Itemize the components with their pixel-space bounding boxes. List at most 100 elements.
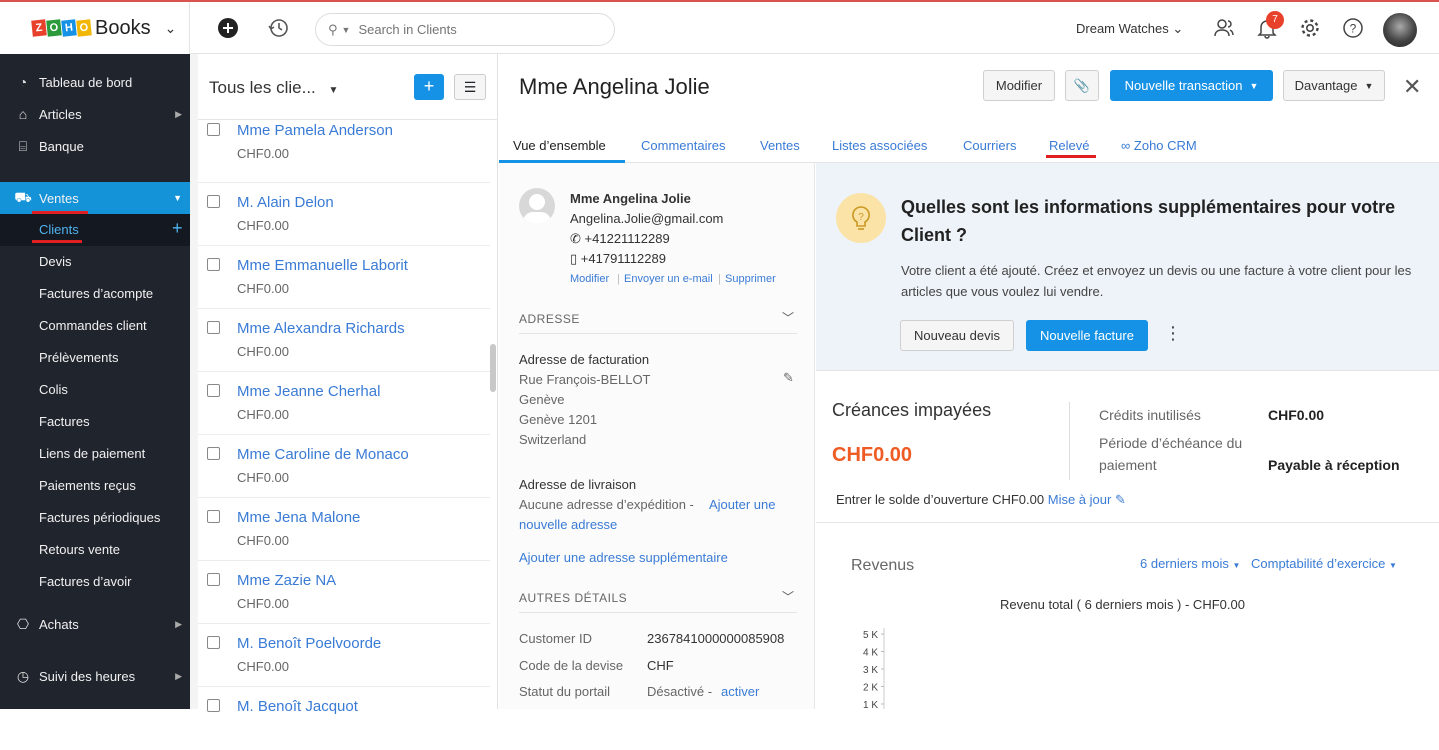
row-checkbox[interactable] [207,258,220,271]
client-name-link[interactable]: Mme Pamela Anderson [237,122,393,139]
user-avatar[interactable] [1383,13,1417,47]
add-circle-icon[interactable] [216,16,240,40]
client-name-link[interactable]: Mme Jena Malone [237,509,360,526]
list-scrollbar[interactable] [490,344,496,392]
accounting-basis-dropdown[interactable]: Comptabilité d’exercice ▼ [1251,556,1397,571]
app-logo[interactable]: Z O H O Books ⌄ [0,2,190,54]
client-name-link[interactable]: Mme Emmanuelle Laborit [237,257,408,274]
sidebar-subitem-recurring-invoices[interactable]: Factures périodiques [39,502,160,534]
organization-switcher[interactable]: Dream Watches ⌄ [1076,21,1183,37]
close-icon[interactable]: ✕ [1403,74,1421,100]
address-section-header[interactable]: ADRESSE [519,312,580,326]
chevron-down-icon[interactable]: ﹀ [782,588,794,605]
list-item[interactable]: Mme Alexandra Richards CHF0.00 [198,309,490,372]
list-view-selector[interactable]: Tous les clie... ▼ [209,78,338,98]
send-email-link[interactable]: Envoyer un e-mail [624,273,713,285]
sidebar-item-dashboard[interactable]: ◔ Tableau de bord [0,66,190,98]
client-name-link[interactable]: M. Benoît Poelvoorde [237,635,381,652]
gear-icon[interactable] [1298,16,1322,40]
modify-button[interactable]: Modifier [983,70,1055,101]
sidebar-item-time-tracking[interactable]: ◷ Suivi des heures ▶ [0,660,190,692]
sidebar-subitem-credit-notes[interactable]: Factures d’avoir [39,566,131,598]
sidebar-item-articles[interactable]: ⌂ Articles ▶ [0,98,190,130]
other-details-section-header[interactable]: AUTRES DÉTAILS [519,591,627,605]
sidebar-subitem-invoices[interactable]: Factures [39,406,90,438]
pencil-icon[interactable]: ✎ [1115,492,1126,507]
client-name-link[interactable]: Mme Caroline de Monaco [237,446,409,463]
list-item[interactable]: Mme Caroline de Monaco CHF0.00 [198,435,490,498]
list-item[interactable]: Mme Emmanuelle Laborit CHF0.00 [198,246,490,309]
new-transaction-button[interactable]: Nouvelle transaction ▼ [1110,70,1273,101]
users-icon[interactable] [1212,16,1236,40]
update-link[interactable]: Mise à jour [1048,492,1112,507]
chart-y-tick-label: 1 K [863,700,878,709]
chevron-down-icon[interactable]: ﹀ [782,309,794,326]
tab-mails[interactable]: Courriers [963,138,1016,153]
tab-sales[interactable]: Ventes [760,138,800,153]
sidebar-subitem-quotes[interactable]: Devis [39,246,72,278]
row-checkbox[interactable] [207,447,220,460]
sidebar-subitem-payments-received[interactable]: Paiements reçus [39,470,136,502]
sidebar-item-sales[interactable]: ⛟ Ventes ▼ [0,182,190,214]
client-name-link[interactable]: Mme Jeanne Cherhal [237,383,380,400]
add-client-icon[interactable]: + [172,218,183,239]
row-checkbox[interactable] [207,699,220,712]
attachment-button[interactable]: 📎 [1065,70,1099,101]
add-extra-address-link[interactable]: Ajouter une adresse supplémentaire [519,550,728,565]
row-checkbox[interactable] [207,384,220,397]
sidebar-subitem-payment-links[interactable]: Liens de paiement [39,438,145,470]
sidebar-subitem-packages[interactable]: Colis [39,374,68,406]
history-icon[interactable] [266,16,290,40]
delete-contact-link[interactable]: Supprimer [725,273,776,285]
list-item[interactable]: Mme Jena Malone CHF0.00 [198,498,490,561]
hamburger-menu-icon[interactable]: ☰ [454,74,486,100]
row-checkbox[interactable] [207,195,220,208]
row-checkbox[interactable] [207,321,220,334]
client-name-link[interactable]: Mme Alexandra Richards [237,320,405,337]
period-dropdown[interactable]: 6 derniers mois ▼ [1140,556,1240,571]
payment-terms-value: Payable à réception [1268,457,1400,473]
sidebar-item-bank[interactable]: ⌸ Banque [0,130,190,162]
divider [816,522,1439,523]
add-shipping-address-link[interactable]: nouvelle adresse [519,517,617,532]
search-box[interactable]: ⚲ ▼ [315,13,615,46]
sidebar-subitem-direct-debits[interactable]: Prélèvements [39,342,118,374]
pencil-icon[interactable]: ✎ [783,370,794,386]
client-name-link[interactable]: M. Alain Delon [237,194,334,211]
sidebar-subitem-sales-returns[interactable]: Retours vente [39,534,120,566]
list-item[interactable]: Mme Zazie NA CHF0.00 [198,561,490,624]
help-icon[interactable]: ? [1341,16,1365,40]
more-button[interactable]: Davantage ▼ [1283,70,1385,101]
list-item[interactable]: Mme Jeanne Cherhal CHF0.00 [198,372,490,435]
row-checkbox[interactable] [207,636,220,649]
row-checkbox[interactable] [207,123,220,136]
sidebar-item-purchases[interactable]: ⎔ Achats ▶ [0,608,190,640]
chevron-down-icon[interactable]: ▼ [342,25,351,35]
tab-comments[interactable]: Commentaires [641,138,726,153]
list-item[interactable]: Mme Pamela Anderson CHF0.00 [198,120,490,183]
client-name-link[interactable]: Mme Zazie NA [237,572,336,589]
search-icon[interactable]: ⚲ [328,22,338,38]
more-options-icon[interactable]: ⋮ [1164,323,1182,344]
tab-statement[interactable]: Relevé [1049,138,1089,153]
client-name-link[interactable]: M. Benoît Jacquot [237,698,358,715]
tab-zoho-crm[interactable]: ∞ Zoho CRM [1121,138,1197,153]
new-client-button[interactable]: + [414,74,444,100]
new-quote-button[interactable]: Nouveau devis [900,320,1014,351]
search-input[interactable] [358,22,589,37]
row-checkbox[interactable] [207,510,220,523]
sidebar-subitem-sales-orders[interactable]: Commandes client [39,310,147,342]
new-invoice-button[interactable]: Nouvelle facture [1026,320,1148,351]
list-item[interactable]: M. Alain Delon CHF0.00 [198,183,490,246]
list-item[interactable]: M. Benoît Jacquot [198,687,490,750]
row-checkbox[interactable] [207,573,220,586]
add-shipping-address-link[interactable]: Ajouter une [709,497,776,512]
tab-associated-lists[interactable]: Listes associées [832,138,927,153]
contact-modify-link[interactable]: Modifier [570,273,609,285]
list-item[interactable]: M. Benoît Poelvoorde CHF0.00 [198,624,490,687]
tab-overview[interactable]: Vue d’ensemble [513,138,606,153]
chevron-down-icon[interactable]: ⌄ [165,20,177,37]
crm-icon: ∞ [1121,138,1131,153]
sidebar-subitem-retainer-invoices[interactable]: Factures d’acompte [39,278,153,310]
enable-portal-link[interactable]: activer [721,684,759,699]
